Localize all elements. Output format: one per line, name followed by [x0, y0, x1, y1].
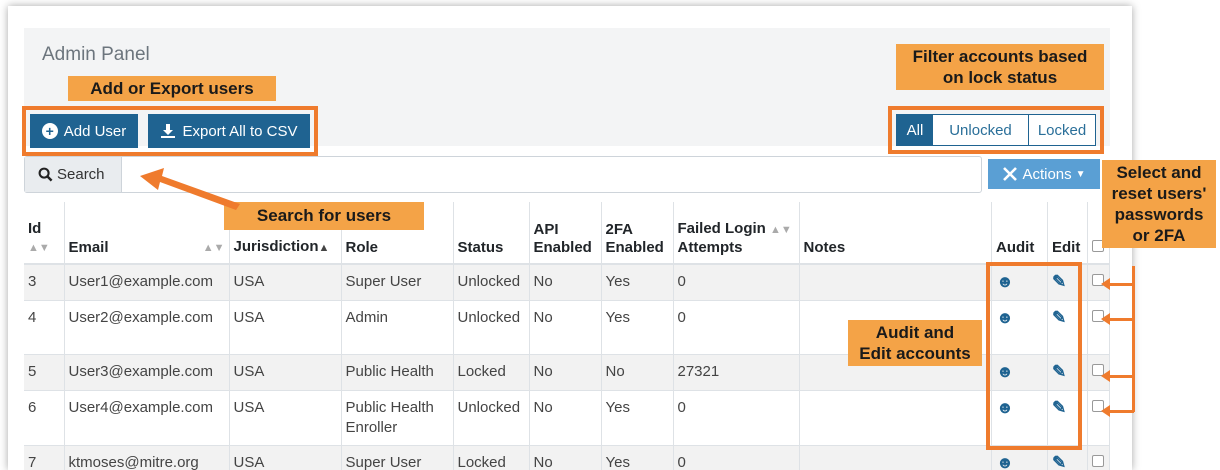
- cell-failed: 0: [673, 300, 800, 355]
- table-row: 6 User4@example.com USA Public Health Enr…: [24, 390, 1110, 446]
- cell-email: User1@example.com: [64, 263, 230, 301]
- cell-status: Unlocked: [453, 390, 530, 446]
- cell-email: User4@example.com: [64, 390, 230, 446]
- select-arrowhead-1: [1101, 278, 1110, 290]
- cell-api: No: [529, 445, 602, 470]
- add-export-highlight: [22, 106, 318, 156]
- cell-2fa: Yes: [601, 390, 674, 446]
- cell-id: 7: [24, 445, 65, 470]
- cell-role: Super User: [341, 445, 454, 470]
- table-row: 7 ktmoses@mitre.org USA Super User Locke…: [24, 445, 1110, 470]
- select-arrow-1: [1108, 283, 1134, 286]
- cell-notes: [799, 390, 992, 446]
- cell-jurisdiction: USA: [229, 300, 342, 355]
- sort-icon: ▲▼: [28, 242, 50, 254]
- cell-api: No: [529, 354, 602, 391]
- cell-api: No: [529, 300, 602, 355]
- sort-icon: ▲▼: [202, 242, 225, 254]
- select-arrow-2: [1108, 318, 1134, 321]
- col-status: Status: [453, 202, 530, 265]
- edit-icon[interactable]: ✎: [1052, 453, 1066, 470]
- select-arrowhead-4: [1101, 405, 1110, 417]
- cell-role: Admin: [341, 300, 454, 355]
- search-arrow: [140, 168, 240, 210]
- cell-select: [1087, 390, 1110, 446]
- cell-status: Locked: [453, 354, 530, 391]
- search-addon-label: Search: [57, 166, 105, 183]
- cell-2fa: Yes: [601, 300, 674, 355]
- cell-jurisdiction: USA: [229, 390, 342, 446]
- cell-api: No: [529, 390, 602, 446]
- cell-notes: [799, 445, 992, 470]
- table-row: 3 User1@example.com USA Super User Unloc…: [24, 263, 1110, 301]
- search-icon: [38, 167, 53, 182]
- col-2fa-enabled: 2FA Enabled: [601, 202, 674, 265]
- cell-notes: [799, 263, 992, 301]
- user-audit-icon[interactable]: ☻: [996, 453, 1014, 470]
- panel-title: Admin Panel: [42, 44, 150, 65]
- cell-failed: 0: [673, 390, 800, 446]
- cell-status: Unlocked: [453, 263, 530, 301]
- search-addon: Search: [25, 157, 122, 192]
- select-reset-callout: Select and reset users' passwords or 2FA: [1102, 160, 1216, 248]
- sort-icon: ▲▼: [770, 224, 792, 236]
- col-failed-login[interactable]: Failed Login ▲▼ Attempts: [673, 202, 800, 265]
- audit-edit-highlight: [986, 262, 1082, 450]
- select-arrow-vertical: [1132, 266, 1135, 412]
- cell-failed: 27321: [673, 354, 800, 391]
- cell-api: No: [529, 263, 602, 301]
- cell-id: 4: [24, 300, 65, 355]
- cell-jurisdiction: USA: [229, 263, 342, 301]
- cell-email: User3@example.com: [64, 354, 230, 391]
- cell-jurisdiction: USA: [229, 354, 342, 391]
- col-api-enabled: API Enabled: [529, 202, 602, 265]
- row-checkbox[interactable]: [1092, 455, 1104, 467]
- cell-role: Public Health Enroller: [341, 390, 454, 446]
- cell-id: 6: [24, 390, 65, 446]
- select-arrowhead-2: [1101, 313, 1110, 325]
- col-id[interactable]: Id ▲▼: [24, 202, 65, 265]
- cell-id: 3: [24, 263, 65, 301]
- cell-role: Super User: [341, 263, 454, 301]
- cell-select: [1087, 300, 1110, 355]
- search-callout: Search for users: [224, 202, 424, 230]
- col-audit: Audit: [991, 202, 1048, 265]
- actions-dropdown-button[interactable]: Actions ▼: [988, 159, 1100, 189]
- cell-2fa: No: [601, 354, 674, 391]
- col-edit: Edit: [1047, 202, 1088, 265]
- cell-failed: 0: [673, 263, 800, 301]
- cell-2fa: Yes: [601, 445, 674, 470]
- filter-callout: Filter accounts based on lock status: [896, 44, 1104, 90]
- cell-email: ktmoses@mitre.org: [64, 445, 230, 470]
- col-notes: Notes: [799, 202, 992, 265]
- audit-edit-callout: Audit and Edit accounts: [848, 320, 982, 366]
- sort-asc-icon: ▲: [318, 242, 330, 254]
- cell-email: User2@example.com: [64, 300, 230, 355]
- cell-status: Unlocked: [453, 300, 530, 355]
- select-arrow-4: [1108, 410, 1134, 413]
- cell-status: Locked: [453, 445, 530, 470]
- cell-id: 5: [24, 354, 65, 391]
- cell-2fa: Yes: [601, 263, 674, 301]
- caret-down-icon: ▼: [1075, 168, 1086, 180]
- cell-select: [1087, 445, 1110, 470]
- cell-role: Public Health: [341, 354, 454, 391]
- filter-highlight: [888, 106, 1104, 154]
- add-export-callout: Add or Export users: [68, 76, 276, 101]
- select-arrowhead-3: [1101, 370, 1110, 382]
- cell-failed: 0: [673, 445, 800, 470]
- actions-label: Actions: [1022, 165, 1072, 183]
- tools-icon: [1003, 167, 1018, 181]
- cell-jurisdiction: USA: [229, 445, 342, 470]
- select-arrow-3: [1108, 375, 1134, 378]
